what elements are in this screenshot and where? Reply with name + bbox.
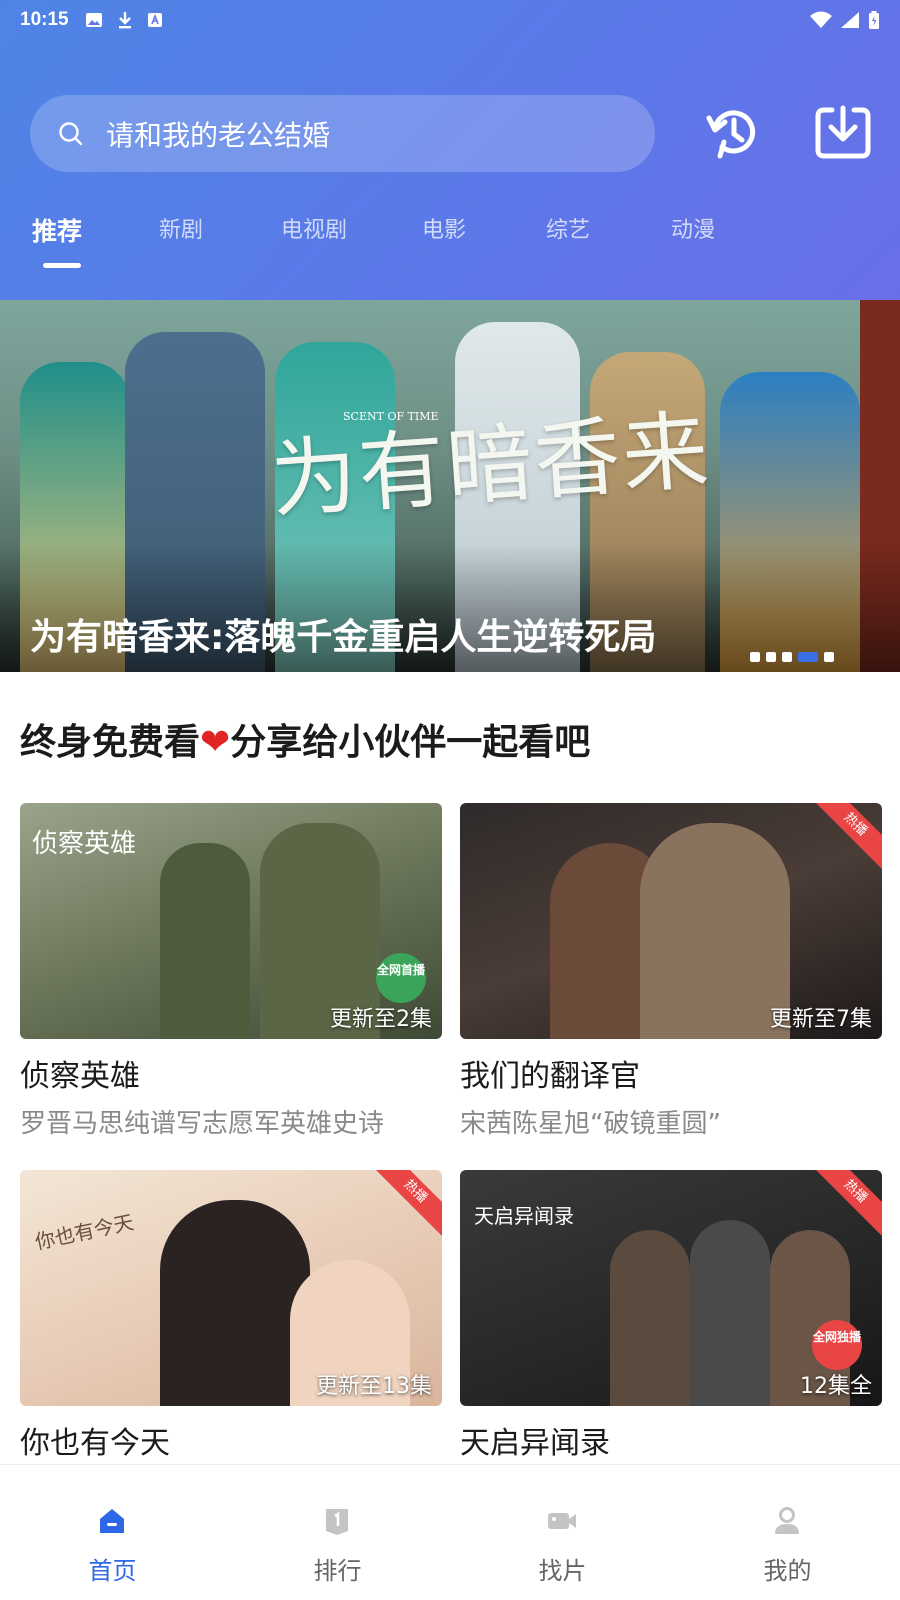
thumbnail-title-art: 侦察英雄 [32, 829, 137, 859]
header: 10:15 请和我的老公结婚 推荐 新剧 电视剧 电影 综艺 动漫 [0, 0, 900, 300]
hot-ribbon: 热播 [807, 1170, 882, 1240]
search-input[interactable]: 请和我的老公结婚 [30, 95, 655, 172]
thumbnail-figure [610, 1230, 690, 1406]
episode-label: 更新至7集 [770, 1007, 872, 1032]
thumbnail-figure [160, 843, 250, 1039]
premiere-badge: 全网首播 [376, 953, 426, 1003]
carousel-dot[interactable] [766, 652, 776, 662]
thumbnail-figure [160, 1200, 310, 1406]
nav-home[interactable]: 首页 [0, 1465, 225, 1600]
tab-new-drama[interactable]: 新剧 [159, 212, 203, 244]
video-subtitle: 罗晋马思纯谱写志愿军英雄史诗 [20, 1109, 385, 1139]
wifi-icon [810, 11, 832, 28]
nav-home-label: 首页 [88, 1557, 137, 1585]
nav-find-label: 找片 [538, 1557, 587, 1585]
video-subtitle: 宋茜陈星旭“破镜重圆” [460, 1109, 721, 1139]
exclusive-badge: 全网独播 [812, 1320, 862, 1370]
download-status-icon [118, 12, 131, 29]
hero-banner[interactable]: 为有暗香来 SCENT OF TIME 为有暗香来:落魄千金重启人生逆转死局 [0, 300, 900, 672]
carousel-indicator [750, 652, 834, 662]
video-thumbnail[interactable]: 天启异闻录 全网独播 热播 12集全 [460, 1170, 882, 1406]
battery-icon [869, 11, 879, 29]
keyboard-a-icon [147, 13, 162, 27]
carousel-dot-active[interactable] [798, 652, 818, 662]
download-icon [815, 105, 871, 159]
image-icon [85, 13, 102, 27]
carousel-dot[interactable] [750, 652, 760, 662]
hot-ribbon: 热播 [367, 1170, 442, 1240]
thumbnail-title-art: 你也有今天 [32, 1209, 136, 1255]
ranking-icon [326, 1509, 348, 1535]
carousel-dot[interactable] [782, 652, 792, 662]
status-notification-icons [85, 11, 163, 29]
video-title: 侦察英雄 [20, 1059, 140, 1094]
nav-profile[interactable]: 我的 [675, 1465, 900, 1600]
tab-tv-series[interactable]: 电视剧 [281, 212, 347, 244]
heart-icon: ❤ [200, 722, 231, 763]
tab-recommend[interactable]: 推荐 [32, 212, 82, 248]
status-time: 10:15 [20, 9, 69, 30]
video-camera-icon [548, 1513, 576, 1529]
bottom-navigation: 首页 排行 找片 我的 [0, 1464, 900, 1600]
video-card[interactable]: 侦察英雄 全网首播 更新至2集 侦察英雄 罗晋马思纯谱写志愿军英雄史诗 [20, 803, 442, 1140]
nav-ranking[interactable]: 排行 [225, 1465, 450, 1600]
nav-find[interactable]: 找片 [450, 1465, 675, 1600]
category-tabs: 推荐 新剧 电视剧 电影 综艺 动漫 [0, 212, 900, 272]
video-title: 天启异闻录 [460, 1426, 610, 1461]
download-button[interactable] [810, 100, 876, 166]
history-icon [706, 110, 756, 159]
thumbnail-figure [640, 823, 790, 1039]
thumbnail-title-art: 天启异闻录 [474, 1204, 574, 1228]
active-tab-indicator [43, 263, 81, 268]
history-button[interactable] [700, 100, 766, 166]
carousel-dot[interactable] [824, 652, 834, 662]
profile-icon [775, 1507, 799, 1534]
banner-art-subtitle: SCENT OF TIME [343, 410, 439, 423]
banner-caption: 为有暗香来:落魄千金重启人生逆转死局 [30, 617, 657, 658]
video-title: 我们的翻译官 [460, 1059, 640, 1094]
status-system-icons [810, 10, 880, 30]
search-placeholder: 请和我的老公结婚 [106, 118, 331, 152]
video-title: 你也有今天 [20, 1426, 170, 1461]
search-icon [59, 121, 83, 145]
signal-icon [841, 12, 859, 28]
video-thumbnail[interactable]: 你也有今天 热播 更新至13集 [20, 1170, 442, 1406]
episode-label: 12集全 [800, 1374, 872, 1399]
video-thumbnail[interactable]: 热播 更新至7集 [460, 803, 882, 1039]
hot-ribbon: 热播 [807, 803, 882, 873]
episode-label: 更新至2集 [330, 1007, 432, 1032]
video-card[interactable]: 你也有今天 热播 更新至13集 你也有今天 [20, 1170, 442, 1462]
tab-anime[interactable]: 动漫 [671, 212, 715, 244]
thumbnail-figure [690, 1220, 770, 1406]
episode-label: 更新至13集 [316, 1374, 432, 1399]
tab-movies[interactable]: 电影 [422, 212, 466, 244]
nav-profile-label: 我的 [763, 1557, 812, 1585]
section-title-text: 终身免费看 [20, 722, 201, 763]
home-icon [100, 1509, 124, 1533]
status-bar: 10:15 [0, 0, 900, 40]
nav-ranking-label: 排行 [313, 1557, 362, 1585]
video-card[interactable]: 热播 更新至7集 我们的翻译官 宋茜陈星旭“破镜重圆” [460, 803, 882, 1140]
video-thumbnail[interactable]: 侦察英雄 全网首播 更新至2集 [20, 803, 442, 1039]
video-card[interactable]: 天启异闻录 全网独播 热播 12集全 天启异闻录 [460, 1170, 882, 1462]
section-title-text-2: 分享给小伙伴一起看吧 [230, 722, 591, 763]
section-title: 终身免费看❤分享给小伙伴一起看吧 [20, 713, 590, 765]
tab-variety[interactable]: 综艺 [546, 212, 590, 244]
